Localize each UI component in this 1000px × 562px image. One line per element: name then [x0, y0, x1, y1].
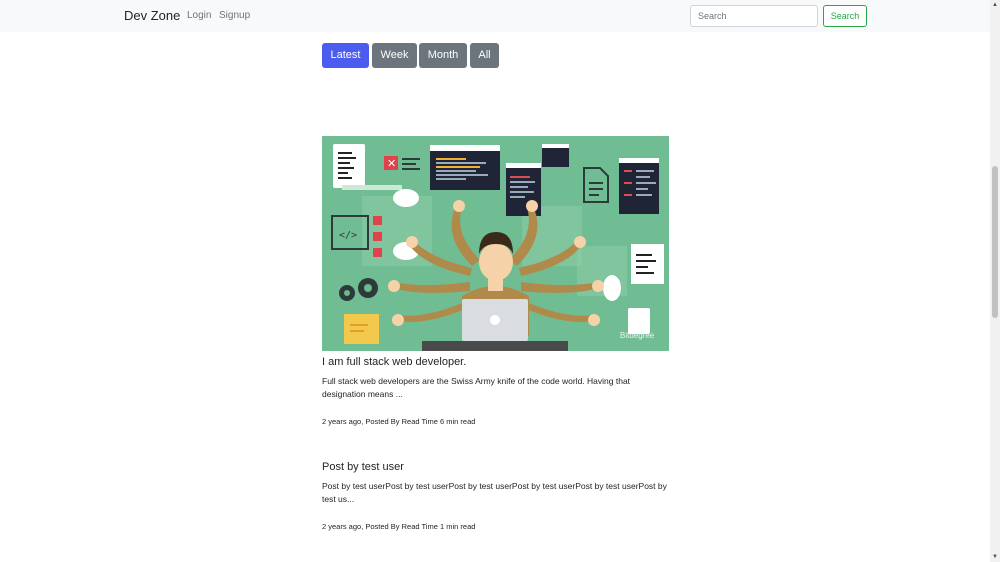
- search-button[interactable]: Search: [823, 5, 867, 27]
- filter-week-button[interactable]: Week: [372, 43, 417, 68]
- svg-text:✕: ✕: [387, 157, 396, 170]
- post-meta: 2 years ago, Posted By Read Time 6 min r…: [322, 417, 476, 426]
- post-excerpt: Full stack web developers are the Swiss …: [322, 376, 631, 399]
- post-excerpt: Post by test userPost by test userPost b…: [322, 481, 667, 504]
- full-stack-developer-illustration: ✕ </> Bitdegree: [322, 136, 669, 351]
- filter-latest-button[interactable]: Latest: [322, 43, 369, 68]
- search-input[interactable]: [690, 5, 818, 27]
- scroll-up-arrow-icon[interactable]: ▲: [990, 0, 1000, 10]
- post-meta: 2 years ago, Posted By Read Time 1 min r…: [322, 522, 476, 531]
- image-watermark: Bitdegree: [620, 331, 655, 340]
- scrollbar-thumb[interactable]: [992, 166, 998, 318]
- scroll-down-arrow-icon[interactable]: ▼: [990, 552, 1000, 562]
- login-link[interactable]: Login: [187, 10, 211, 21]
- svg-text:</>: </>: [339, 230, 357, 241]
- brand-logo[interactable]: Dev Zone: [124, 8, 180, 23]
- filter-month-button[interactable]: Month: [419, 43, 467, 68]
- post-title[interactable]: I am full stack web developer.: [322, 356, 466, 368]
- page-scrollbar[interactable]: ▲ ▼: [990, 0, 1000, 562]
- filter-all-button[interactable]: All: [470, 43, 499, 68]
- post-title[interactable]: Post by test user: [322, 461, 404, 473]
- signup-link[interactable]: Signup: [219, 10, 250, 21]
- navbar: Dev Zone Login Signup Search: [0, 0, 990, 32]
- post-image[interactable]: ✕ </> Bitdegree: [322, 136, 669, 351]
